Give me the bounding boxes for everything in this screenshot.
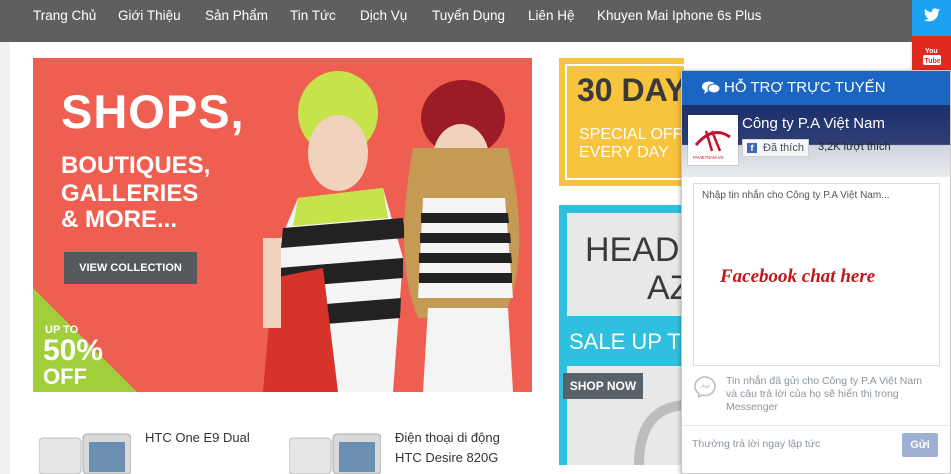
banner-line-more: & MORE... <box>61 206 178 233</box>
banner-line-galleries: GALLERIES <box>61 180 199 207</box>
messenger-icon <box>694 376 716 398</box>
facebook-chat-overlay-label: Facebook chat here <box>720 266 876 287</box>
discount-percent: 50% <box>43 334 104 367</box>
nav-item-about[interactable]: Giới Thiệu <box>118 0 181 32</box>
twitter-icon <box>924 8 940 22</box>
discount-off: OFF <box>43 364 87 389</box>
product-card[interactable]: HTC One E9 Dual <box>33 414 281 474</box>
product-card[interactable]: Điện thoại di động HTC Desire 820G <box>283 414 532 474</box>
youtube-icon: You Tube <box>923 48 941 65</box>
send-button[interactable]: Gửi <box>902 433 938 457</box>
promo-headphones-title-line1: HEADP <box>585 231 684 269</box>
online-support-chat: HỖ TRỢ TRỰC TUYẾN PAVIETNAM.VN Công ty P… <box>681 70 951 474</box>
message-input[interactable]: Nhập tin nhắn cho Công ty P.A Việt Nam..… <box>693 183 940 366</box>
promo-30-days[interactable]: 30 DAYS SPECIAL OFFER EVERY DAY <box>559 58 684 186</box>
reply-time-note: Thường trả lời ngay lập tức <box>692 438 821 450</box>
hero-banner[interactable]: SHOPS, BOUTIQUES, GALLERIES & MORE... VI… <box>33 58 532 392</box>
page-logo[interactable]: PAVIETNAM.VN <box>688 115 738 165</box>
messenger-notice: Tin nhắn đã gửi cho Công ty P.A Việt Nam… <box>726 375 922 413</box>
product-image-htc-one-e9 <box>39 433 131 474</box>
headphones-illustration <box>634 400 684 465</box>
twitter-link[interactable] <box>912 0 951 36</box>
promo-headphones[interactable]: HEADP AZ SALE UP TO SHOP NOW <box>559 205 684 465</box>
promo-special-offer-line1: SPECIAL OFFER <box>579 126 684 143</box>
youtube-label-you: You <box>925 48 938 55</box>
facebook-icon: f <box>747 143 757 153</box>
nav-item-home[interactable]: Trang Chủ <box>33 0 96 32</box>
youtube-label-tube: Tube <box>925 58 941 65</box>
banner-headline: SHOPS, <box>61 85 245 138</box>
banner-line-boutiques: BOUTIQUES, <box>61 152 211 179</box>
nav-item-news[interactable]: Tin Tức <box>290 0 336 32</box>
view-collection-button[interactable]: VIEW COLLECTION <box>64 252 197 284</box>
chat-header[interactable]: HỖ TRỢ TRỰC TUYẾN <box>682 71 950 105</box>
facebook-page-cover: PAVIETNAM.VN Công ty P.A Việt Nam f Đã t… <box>682 105 950 177</box>
message-placeholder: Nhập tin nhắn cho Công ty P.A Việt Nam..… <box>702 190 890 201</box>
liked-button-label: Đã thích <box>763 142 804 154</box>
product-image-htc-desire-820g <box>289 433 381 474</box>
promo-headphones-title-line2: AZ <box>647 269 684 307</box>
like-count: 3,2K lượt thích <box>818 141 891 153</box>
promo-headphones-title: HEADP AZ <box>585 231 684 307</box>
promo-special-offer: SPECIAL OFFER EVERY DAY <box>579 126 684 162</box>
nav-item-products[interactable]: Sản Phẩm <box>205 0 268 32</box>
pa-vietnam-logo-icon: PAVIETNAM.VN <box>690 117 736 163</box>
pa-vietnam-logo-text: PAVIETNAM.VN <box>693 155 724 160</box>
chat-divider <box>682 425 950 426</box>
nav-item-recruitment[interactable]: Tuyển Dụng <box>432 0 505 32</box>
promo-30-days-title: 30 DAYS <box>577 72 684 108</box>
promo-sale-text: SALE UP TO <box>569 329 684 354</box>
nav-item-services[interactable]: Dịch Vụ <box>360 0 407 32</box>
top-navigation: Trang Chủ Giới Thiệu Sản Phẩm Tin Tức Dị… <box>0 0 951 42</box>
youtube-link[interactable]: You Tube <box>912 36 951 74</box>
product-name[interactable]: HTC One E9 Dual <box>145 428 250 448</box>
models-illustration <box>263 71 520 392</box>
facebook-page-name[interactable]: Công ty P.A Việt Nam <box>742 115 885 132</box>
product-name[interactable]: Điện thoại di động HTC Desire 820G <box>395 428 525 468</box>
chat-header-title: HỖ TRỢ TRỰC TUYẾN <box>724 79 886 96</box>
chat-bubble-icon <box>702 81 720 94</box>
promo-special-offer-line2: EVERY DAY <box>579 144 669 161</box>
nav-item-contact[interactable]: Liên Hệ <box>528 0 575 32</box>
nav-item-promo-iphone[interactable]: Khuyen Mai Iphone 6s Plus <box>597 0 761 32</box>
liked-button[interactable]: f Đã thích <box>742 139 809 157</box>
